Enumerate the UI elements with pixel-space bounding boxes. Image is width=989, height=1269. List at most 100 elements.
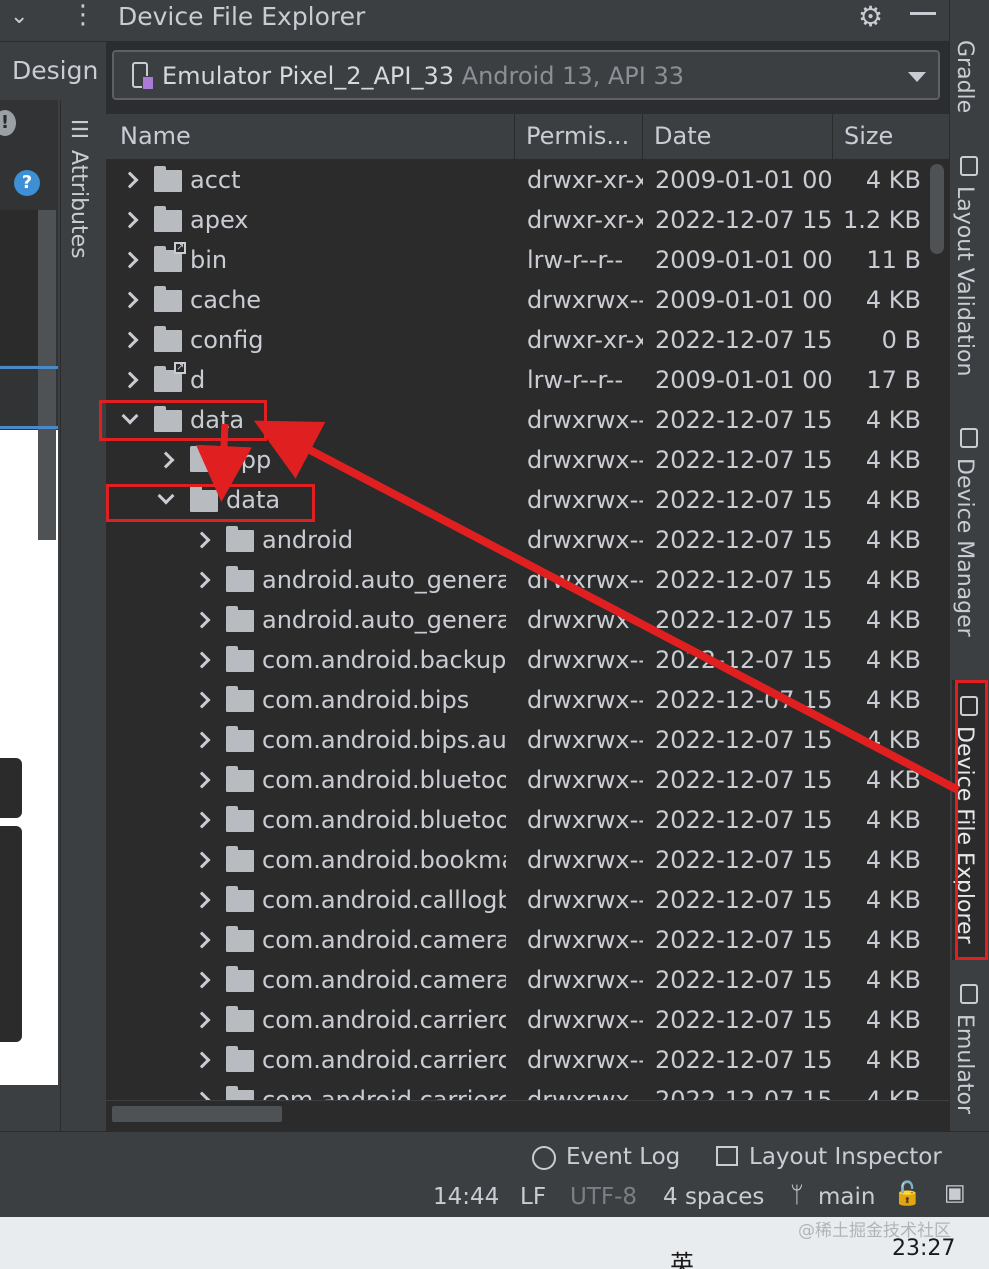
table-row[interactable]: config drwxr-xr-x 2022-12-07 15:1 0 B <box>106 322 949 362</box>
file-permissions: drwxrwx--- <box>527 526 643 554</box>
chevron-right-icon[interactable] <box>121 211 139 229</box>
column-separator[interactable] <box>642 114 643 160</box>
file-size: 4 KB <box>865 1006 921 1034</box>
help-icon[interactable]: ? <box>14 170 40 196</box>
emulator-tab[interactable]: Emulator <box>952 1014 977 1114</box>
line-separator[interactable]: LF <box>520 1184 546 1210</box>
gear-icon[interactable]: ⚙ <box>858 0 883 33</box>
table-row[interactable]: com.android.camera2 drwxrwx--- 2022-12-07 … <box>106 922 949 962</box>
folder-icon <box>190 446 218 472</box>
table-row[interactable]: app drwxrwx--- 2022-12-07 15:1 4 KB <box>106 442 949 482</box>
left-scrollbar[interactable] <box>38 210 56 540</box>
file-permissions: drwxr-xr-x <box>527 326 643 354</box>
ime-indicator[interactable]: 英 <box>670 1244 694 1269</box>
chevron-right-icon[interactable] <box>193 811 211 829</box>
git-branch[interactable]: main <box>818 1184 875 1210</box>
file-name: com.android.backupcc <box>262 646 506 674</box>
layout-inspector-button[interactable]: Layout Inspector <box>749 1144 942 1170</box>
layout-validation-tab[interactable]: Layout Validation <box>952 186 977 376</box>
file-permissions: drwxrwx--- <box>527 766 643 794</box>
file-name: android.auto_generate <box>262 606 506 634</box>
file-name: com.android.calllogba <box>262 886 506 914</box>
column-header-date[interactable]: Date <box>654 122 711 150</box>
table-row[interactable]: com.android.calllogba drwxrwx--- 2022-12-0… <box>106 882 949 922</box>
chevron-right-icon[interactable] <box>193 1011 211 1029</box>
chevron-right-icon[interactable] <box>121 331 139 349</box>
file-size: 0 B <box>881 326 921 354</box>
folder-icon <box>226 526 254 552</box>
table-row[interactable]: ↗ d lrw-r--r-- 2009-01-01 00:0 17 B <box>106 362 949 402</box>
column-separator[interactable] <box>832 114 833 160</box>
notifications-icon[interactable]: ▣ <box>944 1180 966 1206</box>
chevron-down-icon[interactable]: ⌄ <box>10 4 28 29</box>
indent-setting[interactable]: 4 spaces <box>663 1184 764 1210</box>
file-name: com.android.bips <box>262 686 470 714</box>
taskbar-clock[interactable]: 23:27 <box>892 1236 955 1261</box>
file-permissions: lrw-r--r-- <box>527 246 624 274</box>
device-dropdown[interactable]: Emulator Pixel_2_API_33 Android 13, API … <box>112 50 940 100</box>
folder-icon <box>226 1006 254 1032</box>
table-row[interactable]: com.android.carrierco drwxrwx--- 2022-12-0… <box>106 1082 949 1102</box>
chevron-right-icon[interactable] <box>193 531 211 549</box>
table-row[interactable]: com.android.bips.auto drwxrwx--- 2022-12-0… <box>106 722 949 762</box>
file-date: 2009-01-01 00:0 <box>655 366 831 394</box>
table-row[interactable]: com.android.bookmar drwxrwx--- 2022-12-07 … <box>106 842 949 882</box>
chevron-right-icon[interactable] <box>121 291 139 309</box>
table-rows: acct drwxr-xr-x 2009-01-01 00:0 4 KB apex drw… <box>106 162 949 1102</box>
file-date: 2022-12-07 15:1 <box>655 886 831 914</box>
table-row[interactable]: android drwxrwx--- 2022-12-07 15:1 4 KB <box>106 522 949 562</box>
table-row[interactable]: com.android.carrierco drwxrwx--- 2022-12-0… <box>106 1042 949 1082</box>
chevron-right-icon[interactable] <box>193 771 211 789</box>
pan-tool-button[interactable] <box>0 758 22 818</box>
chevron-right-icon[interactable] <box>193 851 211 869</box>
chevron-right-icon[interactable] <box>193 931 211 949</box>
chevron-right-icon[interactable] <box>193 1051 211 1069</box>
chevron-right-icon[interactable] <box>193 691 211 709</box>
table-row[interactable]: android.auto_generate drwxrwx--- 2022-12-0… <box>106 602 949 642</box>
chevron-right-icon[interactable] <box>121 171 139 189</box>
column-separator[interactable] <box>514 114 515 160</box>
chevron-right-icon[interactable] <box>193 891 211 909</box>
kebab-icon[interactable]: ⋮ <box>70 0 96 30</box>
file-date: 2022-12-07 15:1 <box>655 486 831 514</box>
file-permissions: drwxrwx--- <box>527 286 643 314</box>
table-row[interactable]: com.android.bips drwxrwx--- 2022-12-07 15:… <box>106 682 949 722</box>
zoom-tools-group[interactable] <box>0 826 22 1042</box>
device-manager-tab[interactable]: Device Manager <box>952 458 977 637</box>
file-encoding[interactable]: UTF-8 <box>570 1184 637 1210</box>
column-header-name[interactable]: Name <box>120 122 191 150</box>
event-log-button[interactable]: Event Log <box>566 1144 680 1170</box>
chevron-right-icon[interactable] <box>157 451 175 469</box>
file-permissions: drwxrwx--- <box>527 886 643 914</box>
table-row[interactable]: android.auto_generate drwxrwx--- 2022-12-0… <box>106 562 949 602</box>
column-header-permissions[interactable]: Permis... <box>526 122 629 150</box>
table-row[interactable]: apex drwxr-xr-x 2022-12-07 15:1 1.2 KB <box>106 202 949 242</box>
caret-position[interactable]: 14:44 <box>433 1184 499 1210</box>
gradle-tab[interactable]: Gradle <box>952 40 977 113</box>
left-dark-block <box>0 210 40 365</box>
column-header-size[interactable]: Size <box>844 122 893 150</box>
lock-icon[interactable]: 🔓 <box>893 1180 922 1207</box>
table-row[interactable]: cache drwxrwx--- 2009-01-01 00:0 4 KB <box>106 282 949 322</box>
file-date: 2009-01-01 00:0 <box>655 246 831 274</box>
chevron-right-icon[interactable] <box>193 971 211 989</box>
table-row[interactable]: acct drwxr-xr-x 2009-01-01 00:0 4 KB <box>106 162 949 202</box>
chevron-right-icon[interactable] <box>193 611 211 629</box>
vertical-scrollbar[interactable] <box>930 164 944 254</box>
chevron-right-icon[interactable] <box>193 651 211 669</box>
file-size: 11 B <box>866 246 921 274</box>
table-row[interactable]: com.android.carrierco drwxrwx--- 2022-12-0… <box>106 1002 949 1042</box>
table-row[interactable]: com.android.bluetootl drwxrwx--- 2022-12-0… <box>106 802 949 842</box>
table-row[interactable]: com.android.backupcc drwxrwx--- 2022-12-07… <box>106 642 949 682</box>
table-row[interactable]: ↗ bin lrw-r--r-- 2009-01-01 00:0 11 B <box>106 242 949 282</box>
table-row[interactable]: com.android.camerae drwxrwx--- 2022-12-07 … <box>106 962 949 1002</box>
chevron-right-icon[interactable] <box>193 571 211 589</box>
chevron-right-icon[interactable] <box>121 251 139 269</box>
table-row[interactable]: com.android.bluetootl drwxrwx--- 2022-12-0… <box>106 762 949 802</box>
minimize-icon[interactable] <box>910 12 936 15</box>
chevron-right-icon[interactable] <box>193 731 211 749</box>
chevron-right-icon[interactable] <box>121 371 139 389</box>
horizontal-scrollbar[interactable] <box>112 1106 282 1122</box>
file-size: 4 KB <box>865 566 921 594</box>
file-date: 2022-12-07 15:1 <box>655 806 831 834</box>
